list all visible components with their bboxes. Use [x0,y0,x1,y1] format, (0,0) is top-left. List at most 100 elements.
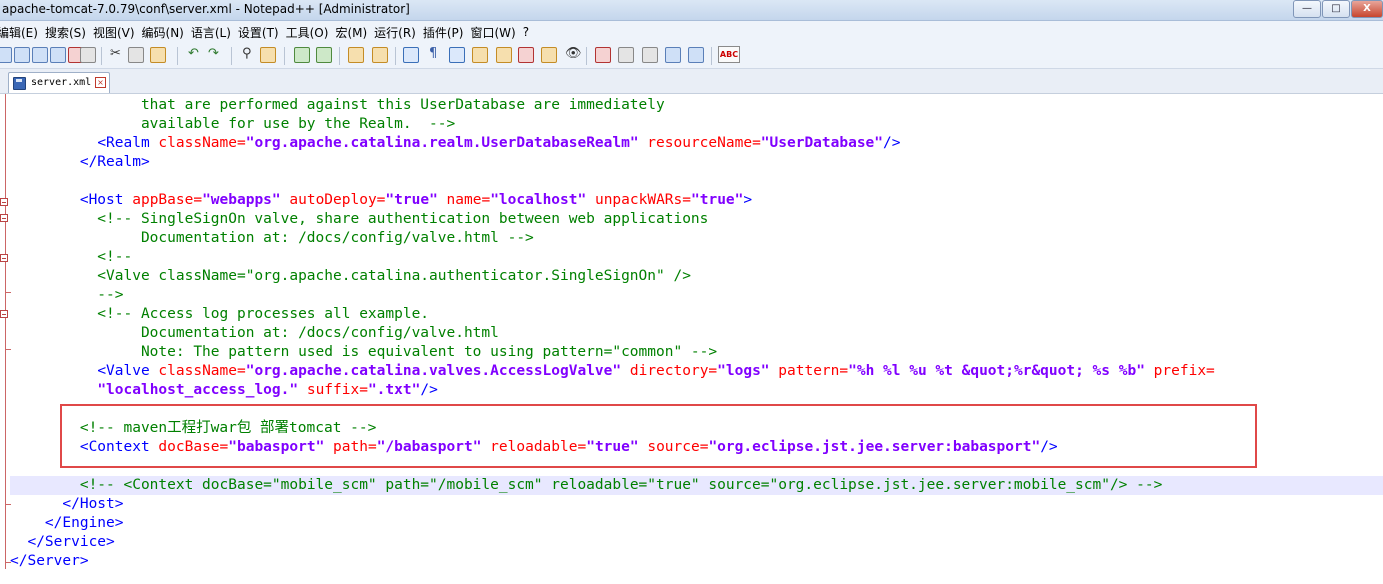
maximize-button[interactable]: □ [1322,0,1350,18]
new-file-icon[interactable] [0,47,12,63]
show-all-chars-icon[interactable]: ¶ [429,46,437,62]
code-line[interactable]: <Realm className="org.apache.catalina.re… [10,134,1383,153]
doc-map-icon[interactable] [496,47,512,63]
code-line[interactable] [10,172,1383,191]
menu-language[interactable]: 语言(L) [191,24,238,41]
menu-tools[interactable]: 工具(O) [286,24,336,41]
menu-plugins[interactable]: 插件(P) [423,24,471,41]
code-line[interactable]: Note: The pattern used is equivalent to … [10,343,1383,362]
code-token-tag: <Host [79,192,133,208]
tab-bar: server.xml × [0,69,1383,161]
indent-guide-icon[interactable] [449,47,465,63]
fold-toggle-icon[interactable] [0,214,8,222]
menu-edit[interactable]: 编辑(E) [0,24,45,41]
code-line[interactable]: </Host> [10,495,1383,514]
spellcheck-icon[interactable]: ABC [718,46,740,63]
code-line[interactable]: Documentation at: /docs/config/valve.htm… [10,229,1383,248]
record-macro-icon[interactable] [595,47,611,63]
paste-icon[interactable] [150,47,166,63]
code-line[interactable]: </Service> [10,533,1383,552]
code-token-val: "true" [691,192,744,208]
code-line[interactable]: <Valve className="org.apache.catalina.au… [10,267,1383,286]
word-wrap-icon[interactable] [403,47,419,63]
code-token-val: "webapps" [202,192,281,208]
window-controls: — □ X [1292,0,1383,18]
close-tab-icon[interactable]: × [95,77,106,88]
menu-encoding[interactable]: 编码(N) [142,24,191,41]
menu-macro[interactable]: 宏(M) [335,24,374,41]
code-token-attr: autoDeploy= [280,192,386,208]
code-token-comment: <!-- [10,249,133,265]
replace-icon[interactable] [260,47,276,63]
user-language-icon[interactable] [472,47,488,63]
code-line[interactable]: <Valve className="org.apache.catalina.va… [10,362,1383,381]
minimize-button[interactable]: — [1293,0,1321,18]
title-bar: apache-tomcat-7.0.79\conf\server.xml - N… [0,0,1383,21]
code-token-attr: name= [437,192,491,208]
code-line[interactable]: <!-- SingleSignOn valve, share authentic… [10,210,1383,229]
code-line[interactable]: <!-- [10,248,1383,267]
menu-run[interactable]: 运行(R) [374,24,423,41]
toolbar-separator [177,47,178,65]
fold-toggle-icon[interactable] [0,310,8,318]
save-all-icon[interactable] [50,47,66,63]
code-token-attr: prefix= [1144,363,1215,379]
monitoring-icon[interactable]: 👁 [565,46,582,62]
sync-vertical-icon[interactable] [348,47,364,63]
copy-icon[interactable] [128,47,144,63]
code-line[interactable]: available for use by the Realm. --> [10,115,1383,134]
menu-settings[interactable]: 设置(T) [238,24,286,41]
code-token-val: "logs" [717,363,770,379]
code-line[interactable]: "localhost_access_log." suffix=".txt"/> [10,381,1383,400]
undo-icon[interactable]: ↶ [188,46,199,62]
find-icon[interactable]: ⚲ [242,46,252,62]
toolbar-separator [101,47,102,65]
run-macro-multiple-icon[interactable] [665,47,681,63]
code-line[interactable]: Documentation at: /docs/config/valve.htm… [10,324,1383,343]
function-list-icon[interactable] [518,47,534,63]
save-macro-icon[interactable] [688,47,704,63]
code-token-comment: Documentation at: /docs/config/valve.htm… [10,230,534,246]
code-line[interactable]: </Server> [10,552,1383,571]
code-token-tag: </Engine> [44,515,124,531]
fold-margin-line [5,94,6,569]
menu-bar: 编辑(E) 搜索(S) 视图(V) 编码(N) 语言(L) 设置(T) 工具(O… [0,21,1383,44]
menu-help[interactable]: ? [523,25,536,39]
code-token-comment: available for use by the Realm. --> [10,116,456,132]
code-line[interactable]: </Realm> [10,153,1383,172]
code-line[interactable]: that are performed against this UserData… [10,96,1383,115]
print-icon[interactable] [80,47,96,63]
menu-search[interactable]: 搜索(S) [45,24,93,41]
code-line[interactable]: </Engine> [10,514,1383,533]
save-icon[interactable] [32,47,48,63]
open-file-icon[interactable] [14,47,30,63]
folder-workspace-icon[interactable] [541,47,557,63]
playback-macro-icon[interactable] [642,47,658,63]
code-token-val: "localhost" [490,192,587,208]
redo-icon[interactable]: ↷ [208,46,219,62]
close-button[interactable]: X [1351,0,1383,18]
tab-server-xml[interactable]: server.xml × [8,72,110,93]
code-line[interactable]: --> [10,286,1383,305]
menu-view[interactable]: 视图(V) [93,24,142,41]
editor-area[interactable]: that are performed against this UserData… [0,94,1383,584]
code-line[interactable]: <!-- Access log processes all example. [10,305,1383,324]
cut-icon[interactable]: ✂ [110,46,121,62]
code-token-comment: Note: The pattern used is equivalent to … [10,344,718,360]
sync-horizontal-icon[interactable] [372,47,388,63]
zoom-in-icon[interactable] [294,47,310,63]
code-line[interactable]: <!-- <Context docBase="mobile_scm" path=… [10,476,1383,495]
code-line[interactable]: <Host appBase="webapps" autoDeploy="true… [10,191,1383,210]
fold-toggle-icon[interactable] [0,254,8,262]
code-token-comment: --> [10,287,124,303]
code-token-tag: </Service> [27,534,115,550]
fold-toggle-icon[interactable] [0,198,8,206]
code-token-val: "org.apache.catalina.valves.AccessLogVal… [245,363,622,379]
toolbar: ✂ ↶ ↷ ⚲ ¶ 👁 ABC [0,43,1383,69]
code-token-tag: <Realm [97,135,159,151]
menu-window[interactable]: 窗口(W) [470,24,522,41]
zoom-out-icon[interactable] [316,47,332,63]
stop-record-icon[interactable] [618,47,634,63]
